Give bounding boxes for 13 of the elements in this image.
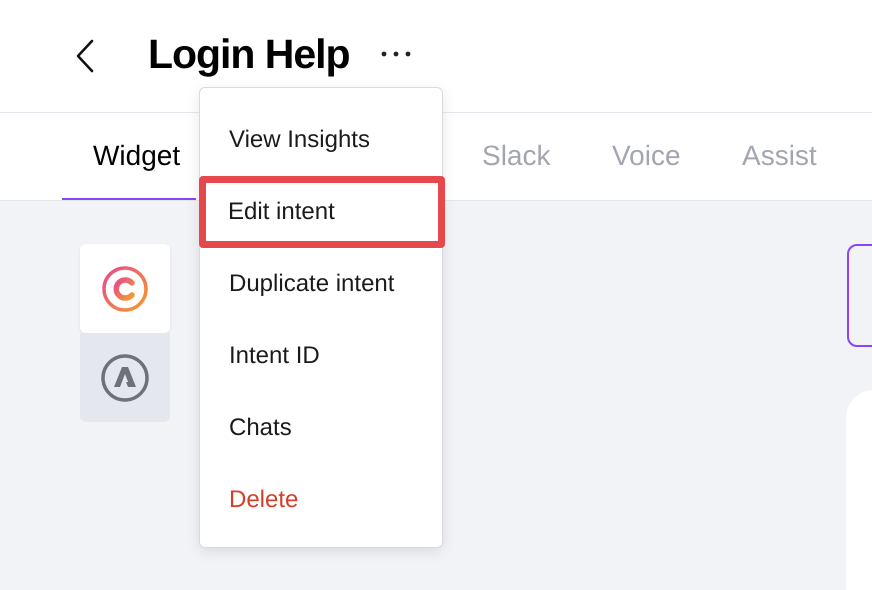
menu-item[interactable]: Delete <box>200 464 442 536</box>
menu-item[interactable]: Chats <box>200 392 442 464</box>
menu-item[interactable]: Intent ID <box>200 320 442 392</box>
page-title: Login Help <box>148 30 350 80</box>
channel-tab[interactable] <box>80 244 170 333</box>
menu-item[interactable]: Edit intent <box>199 176 445 248</box>
logo-icon <box>100 352 150 402</box>
tab[interactable]: Widget <box>62 113 196 200</box>
channel-tab[interactable] <box>80 333 170 422</box>
logo-icon <box>101 264 149 312</box>
back-icon[interactable] <box>74 38 96 74</box>
menu-item[interactable]: View Insights <box>200 104 442 176</box>
menu-item[interactable]: Duplicate intent <box>200 248 442 320</box>
